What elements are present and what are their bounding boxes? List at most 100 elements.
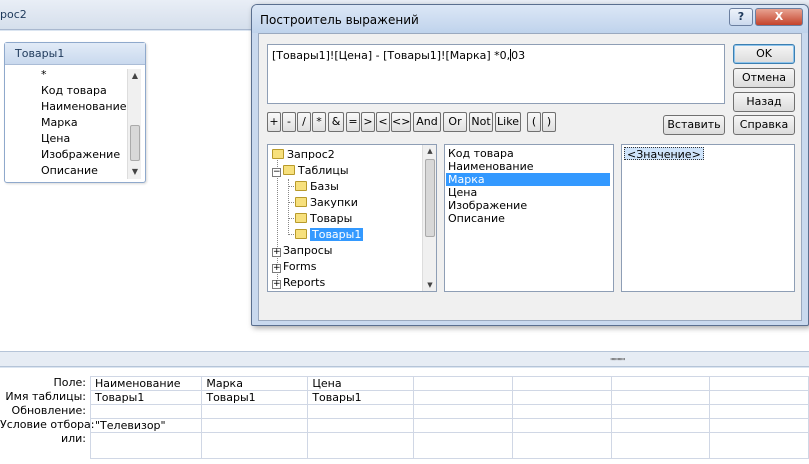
grid-cell[interactable] (709, 418, 809, 433)
scroll-up-icon[interactable]: ▲ (128, 69, 142, 83)
object-tree-panel[interactable]: Запрос2 − Таблицы Базы Закупки Товары Тов… (267, 144, 437, 292)
list-item-selected[interactable]: <Значение> (624, 147, 704, 161)
grid-cell[interactable] (307, 418, 415, 433)
grid-cell[interactable] (307, 404, 415, 419)
grid-cell[interactable]: "Телевизор" (89, 418, 203, 433)
list-item[interactable]: Изображение (448, 199, 612, 212)
field-list-item[interactable]: Код товара (41, 83, 126, 99)
splitter-grip-icon[interactable]: '''''''''''' (610, 357, 625, 366)
grid-cell[interactable]: Наименование (89, 376, 203, 391)
operator-less-button[interactable]: < (376, 112, 390, 132)
operator-equal-button[interactable]: = (346, 112, 360, 132)
grid-cell[interactable] (511, 404, 612, 419)
field-list-item[interactable]: Описание (41, 163, 126, 179)
list-item[interactable]: Цена (448, 186, 612, 199)
back-button[interactable]: Назад (733, 92, 795, 112)
list-item[interactable]: Описание (448, 212, 612, 225)
expand-icon[interactable]: + (272, 280, 281, 289)
grid-cell[interactable] (89, 432, 203, 459)
list-item[interactable]: Код товара (448, 147, 612, 160)
cancel-button[interactable]: Отмена (733, 68, 795, 88)
grid-cell[interactable] (709, 404, 809, 419)
help-button[interactable]: Справка (733, 115, 795, 135)
grid-cell[interactable] (709, 390, 809, 405)
scroll-down-icon[interactable]: ▼ (423, 281, 436, 289)
grid-cell[interactable] (511, 418, 612, 433)
grid-cell[interactable] (511, 432, 612, 459)
grid-cell[interactable] (413, 418, 513, 433)
operator-not-equal-button[interactable]: <> (391, 112, 411, 132)
field-list-item[interactable]: * (41, 67, 126, 83)
tree-item-queries[interactable]: + Запросы (272, 243, 332, 258)
operator-like-button[interactable]: Like (495, 112, 521, 132)
grid-cell[interactable] (610, 418, 711, 433)
pane-splitter[interactable]: '''''''''''' (0, 351, 809, 367)
insert-button[interactable]: Вставить (663, 115, 725, 135)
help-icon[interactable]: ? (729, 8, 753, 26)
tree-scrollbar[interactable]: ▲ ▼ (422, 145, 436, 291)
expand-icon[interactable]: + (272, 248, 281, 257)
operator-plus-button[interactable]: + (267, 112, 281, 132)
list-item-selected[interactable]: Марка (446, 173, 610, 186)
grid-cell[interactable] (413, 390, 513, 405)
operator-minus-button[interactable]: - (282, 112, 296, 132)
grid-cell[interactable] (201, 432, 309, 459)
grid-cell[interactable] (201, 404, 309, 419)
tree-item-purchases[interactable]: Закупки (295, 195, 358, 210)
operator-divide-button[interactable]: / (297, 112, 311, 132)
grid-cell[interactable]: Товары1 (307, 390, 415, 405)
grid-cell[interactable] (413, 376, 513, 391)
field-list-item[interactable]: Изображение (41, 147, 126, 163)
field-list-item[interactable]: Наименование (41, 99, 126, 115)
values-list-panel[interactable]: <Значение> (621, 144, 795, 292)
tree-item-reports[interactable]: + Reports (272, 275, 325, 290)
grid-cell[interactable]: Цена (307, 376, 415, 391)
expression-input[interactable]: [Товары1]![Цена] - [Товары1]![Марка] *0,… (267, 44, 725, 104)
scroll-up-icon[interactable]: ▲ (423, 147, 436, 155)
field-list-item[interactable]: Марка (41, 115, 126, 131)
operator-close-paren-button[interactable]: ) (542, 112, 556, 132)
operator-not-button[interactable]: Not (469, 112, 493, 132)
grid-cell[interactable] (201, 418, 309, 433)
ok-button[interactable]: OK (733, 44, 795, 64)
grid-cell[interactable] (413, 404, 513, 419)
grid-cell[interactable] (511, 390, 612, 405)
expand-icon[interactable]: + (272, 264, 281, 273)
tree-item-forms[interactable]: + Forms (272, 259, 316, 274)
grid-cell[interactable] (610, 376, 711, 391)
tree-item-query2[interactable]: Запрос2 (272, 147, 335, 162)
field-list-item[interactable]: Цена (41, 131, 126, 147)
close-icon[interactable]: X (755, 8, 803, 26)
grid-cell[interactable]: Товары1 (201, 390, 309, 405)
grid-cell[interactable] (709, 432, 809, 459)
operator-multiply-button[interactable]: * (312, 112, 326, 132)
grid-cell[interactable] (511, 376, 612, 391)
operator-and-button[interactable]: And (413, 112, 441, 132)
grid-cell[interactable] (89, 404, 203, 419)
scroll-thumb[interactable] (425, 159, 435, 237)
grid-cell[interactable] (610, 404, 711, 419)
field-list-scrollbar[interactable]: ▲ ▼ (127, 69, 141, 179)
table-field-list[interactable]: Товары1 * Код товара Наименование Марка … (4, 42, 146, 183)
grid-cell[interactable] (610, 390, 711, 405)
grid-cell[interactable] (307, 432, 415, 459)
fields-list-panel[interactable]: Код товара Наименование Марка Цена Изобр… (444, 144, 614, 292)
scroll-thumb[interactable] (130, 125, 140, 161)
grid-cell[interactable] (709, 376, 809, 391)
tree-item-goods1[interactable]: Товары1 (295, 227, 364, 242)
list-item[interactable]: Наименование (448, 160, 612, 173)
grid-cell[interactable]: Марка (201, 376, 309, 391)
tree-item-tables[interactable]: − Таблицы (272, 163, 349, 178)
collapse-icon[interactable]: − (272, 168, 281, 177)
tree-item-bases[interactable]: Базы (295, 179, 339, 194)
operator-open-paren-button[interactable]: ( (527, 112, 541, 132)
dialog-titlebar[interactable]: Построитель выражений ? X (252, 5, 808, 33)
operator-or-button[interactable]: Or (443, 112, 467, 132)
tree-item-goods[interactable]: Товары (295, 211, 352, 226)
grid-cell[interactable] (610, 432, 711, 459)
grid-cell[interactable] (413, 432, 513, 459)
operator-greater-button[interactable]: > (361, 112, 375, 132)
grid-cell[interactable]: Товары1 (89, 390, 203, 405)
field-list-title[interactable]: Товары1 (5, 43, 145, 65)
scroll-down-icon[interactable]: ▼ (128, 165, 142, 179)
